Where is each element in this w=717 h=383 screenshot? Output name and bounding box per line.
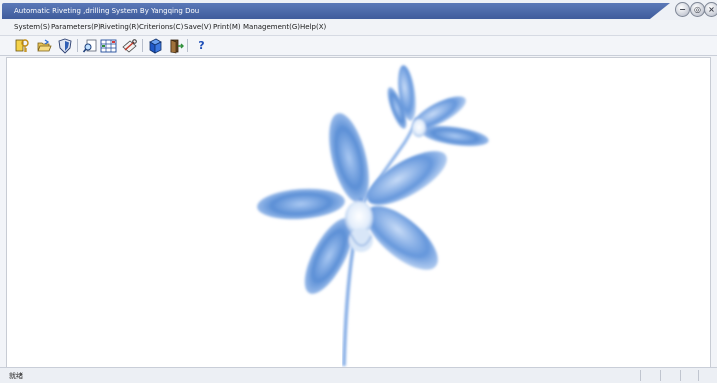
status-pane: [698, 370, 717, 381]
toolbar-separator: [187, 39, 188, 52]
menu-print[interactable]: Print(M): [213, 21, 241, 34]
menu-criterions[interactable]: Criterions(C): [139, 21, 183, 34]
menu-bar: System(S) Parameters(P) Riveting(R) Crit…: [0, 20, 717, 36]
exit-button[interactable]: [167, 37, 184, 54]
app-window: Automatic Riveting ,drilling System By Y…: [0, 0, 717, 383]
menu-riveting[interactable]: Riveting(R): [100, 21, 139, 34]
exit-door-icon: [170, 39, 184, 53]
wrench-icon: [122, 38, 137, 53]
magnifier-icon: [82, 39, 96, 53]
small-flower: [387, 65, 489, 147]
key-icon: [15, 38, 29, 52]
help-button[interactable]: ?: [193, 37, 210, 54]
close-button[interactable]: ×: [704, 2, 717, 17]
protect-button[interactable]: [56, 37, 73, 54]
close-icon: ×: [708, 4, 715, 14]
toolbar-separator: [77, 39, 78, 52]
restore-button[interactable]: ◎: [690, 2, 705, 17]
status-pane: [680, 370, 699, 381]
open-folder-icon: [36, 38, 52, 51]
status-bar: 就绪: [0, 367, 717, 383]
menu-system[interactable]: System(S): [14, 21, 50, 34]
login-button[interactable]: [13, 37, 30, 54]
book-icon: [148, 38, 162, 54]
status-text: 就绪: [9, 372, 23, 380]
toolbar-separator: [142, 39, 143, 52]
client-area: [6, 57, 711, 368]
status-pane: [640, 370, 659, 381]
open-button[interactable]: [35, 37, 52, 54]
shield-icon: [58, 38, 71, 54]
orchid-illustration: [257, 65, 489, 367]
restore-icon: ◎: [694, 4, 701, 14]
menu-help[interactable]: Help(X): [300, 21, 326, 34]
menu-management[interactable]: Management(G): [243, 21, 300, 34]
manual-button[interactable]: [146, 37, 163, 54]
preview-button[interactable]: [81, 37, 98, 54]
minimize-button[interactable]: −: [675, 2, 690, 17]
menu-parameters[interactable]: Parameters(P): [51, 21, 101, 34]
help-icon: ?: [198, 39, 205, 52]
grid-table-icon: [100, 39, 117, 52]
tools-button[interactable]: [121, 37, 138, 54]
large-flower: [257, 113, 447, 294]
menu-save[interactable]: Save(V): [184, 21, 211, 34]
minimize-icon: −: [679, 4, 686, 14]
window-title: Automatic Riveting ,drilling System By Y…: [14, 7, 200, 15]
data-table-button[interactable]: [100, 37, 117, 54]
status-pane: [660, 370, 679, 381]
title-bar[interactable]: Automatic Riveting ,drilling System By Y…: [0, 0, 717, 20]
toolbar: ?: [0, 36, 717, 56]
